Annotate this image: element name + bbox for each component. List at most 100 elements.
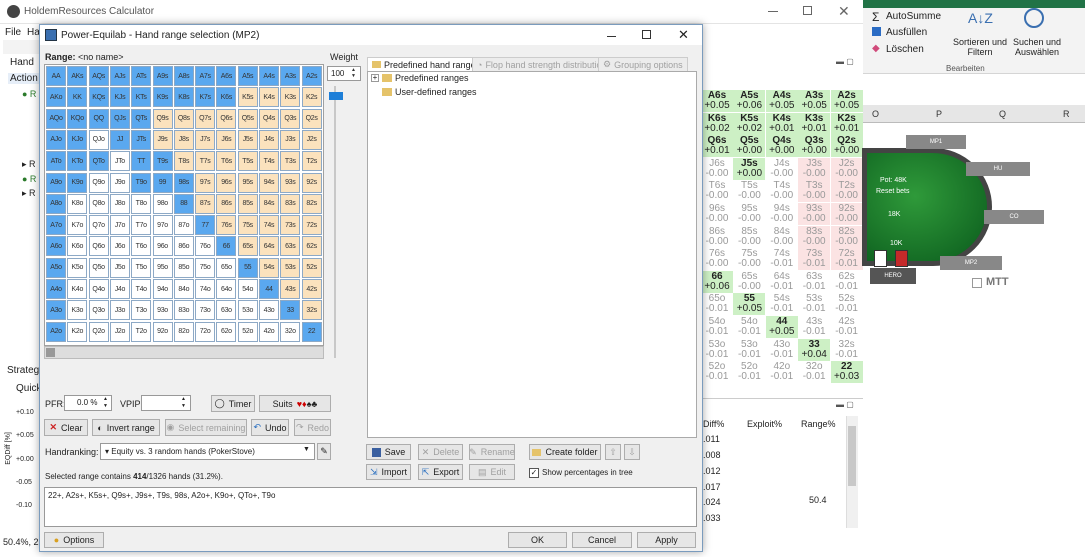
ev-cell[interactable]: 52o -0.01 bbox=[733, 361, 766, 384]
hand-cell[interactable]: 43o bbox=[259, 300, 279, 321]
rename-button[interactable]: ✎ Rename bbox=[469, 444, 515, 460]
ev-cell[interactable]: A4s +0.05 bbox=[765, 90, 798, 112]
hand-cell[interactable]: AKo bbox=[46, 87, 66, 108]
ev-cell[interactable]: 84s -0.00 bbox=[765, 225, 798, 248]
ev-cell[interactable]: 53s -0.01 bbox=[798, 293, 831, 316]
hand-cell[interactable]: TT bbox=[131, 151, 152, 172]
hand-cell[interactable]: T6o bbox=[131, 236, 152, 257]
hand-cell[interactable]: 72o bbox=[195, 321, 216, 342]
hand-cell[interactable]: Q6o bbox=[88, 236, 109, 257]
sort-icon[interactable]: A↓Z bbox=[968, 10, 993, 26]
autosum-label[interactable]: AutoSumme bbox=[886, 11, 941, 22]
hand-cell[interactable]: Q8s bbox=[173, 108, 194, 129]
hand-cell[interactable]: 95o bbox=[152, 257, 173, 278]
hand-cell[interactable]: 64o bbox=[216, 279, 237, 299]
ev-cell[interactable]: J6s -0.00 bbox=[701, 157, 733, 180]
hand-cell[interactable]: 43s bbox=[280, 279, 301, 299]
hand-cell[interactable]: 74s bbox=[259, 215, 279, 236]
hand-cell[interactable]: J6s bbox=[216, 129, 237, 150]
find-label[interactable]: Suchen und Auswählen bbox=[1008, 37, 1066, 57]
hand-cell[interactable]: 98o bbox=[152, 193, 173, 214]
hand-cell[interactable]: Q9s bbox=[152, 108, 173, 129]
hand-cell[interactable]: T2s bbox=[301, 151, 322, 172]
invert-range-button[interactable]: ◐ Invert range bbox=[92, 419, 160, 436]
hand-cell[interactable]: 84o bbox=[173, 279, 194, 299]
hand-cell[interactable]: 82o bbox=[173, 321, 194, 342]
seat-co[interactable]: CO bbox=[984, 210, 1044, 224]
export-button[interactable]: ⇱ Export bbox=[418, 464, 463, 480]
hand-cell[interactable]: T2o bbox=[131, 321, 152, 342]
weight-slider-handle[interactable] bbox=[329, 92, 343, 100]
excel-col-o[interactable]: O bbox=[872, 109, 879, 119]
move-down-button[interactable]: ⇩ bbox=[624, 444, 640, 460]
dialog-minimize-icon[interactable] bbox=[607, 36, 616, 37]
hand-cell[interactable]: 83o bbox=[173, 300, 194, 321]
hand-cell[interactable]: 97o bbox=[152, 215, 173, 236]
find-icon[interactable] bbox=[1024, 8, 1044, 28]
ev-cell[interactable]: K6s +0.02 bbox=[701, 112, 733, 135]
hand-cell[interactable]: Q2o bbox=[88, 321, 109, 342]
seat-hero[interactable]: HERO bbox=[870, 268, 916, 284]
save-button[interactable]: Save bbox=[366, 444, 411, 460]
ev-cell[interactable]: 55 +0.05 bbox=[733, 293, 766, 316]
hand-cell[interactable]: T4o bbox=[131, 279, 152, 299]
bg-maximize-icon[interactable] bbox=[803, 6, 812, 15]
stats-pin-icon[interactable]: ▬ ▢ bbox=[836, 400, 854, 409]
hand-cell[interactable]: JTo bbox=[109, 151, 130, 172]
hand-cell[interactable]: 64s bbox=[259, 236, 279, 257]
ev-cell[interactable]: 43o -0.01 bbox=[765, 338, 798, 361]
hand-cell[interactable]: 32s bbox=[301, 300, 322, 321]
import-button[interactable]: ⇲ Import bbox=[366, 464, 411, 480]
hand-cell[interactable]: 44 bbox=[259, 279, 279, 299]
hand-cell[interactable]: 76s bbox=[216, 215, 237, 236]
hand-cell[interactable]: AKs bbox=[67, 66, 88, 86]
hand-cell[interactable]: Q4s bbox=[259, 108, 279, 129]
fill-label[interactable]: Ausfüllen bbox=[886, 27, 927, 38]
ev-cell[interactable]: 42s -0.01 bbox=[830, 316, 863, 338]
hand-cell[interactable]: T8s bbox=[173, 151, 194, 172]
ev-cell[interactable]: 52o -0.01 bbox=[701, 361, 733, 384]
hand-cell[interactable]: A7s bbox=[195, 66, 216, 86]
hand-cell[interactable]: 75s bbox=[237, 215, 258, 236]
hand-cell[interactable]: Q5o bbox=[88, 257, 109, 278]
clear-button[interactable]: ✕ Clear bbox=[44, 419, 88, 436]
ev-cell[interactable]: A3s +0.05 bbox=[798, 90, 831, 112]
fill-icon[interactable] bbox=[872, 27, 881, 36]
ev-cell[interactable]: Q3s +0.00 bbox=[798, 135, 831, 158]
hand-cell[interactable]: A3o bbox=[46, 300, 66, 321]
stats-scroll-thumb[interactable] bbox=[848, 426, 856, 486]
hand-cell[interactable]: J9s bbox=[152, 129, 173, 150]
hand-cell[interactable]: 76o bbox=[195, 236, 216, 257]
ev-cell[interactable]: 54o -0.01 bbox=[701, 316, 733, 338]
hand-cell[interactable]: K6o bbox=[67, 236, 88, 257]
edit-button[interactable]: ▤ Edit bbox=[469, 464, 515, 480]
bg-close-icon[interactable]: ✕ bbox=[838, 3, 850, 20]
hand-cell[interactable]: J9o bbox=[109, 172, 130, 193]
hand-cell[interactable]: A4s bbox=[259, 66, 279, 86]
hand-cell[interactable]: T3s bbox=[280, 151, 301, 172]
hand-cell[interactable]: K5o bbox=[67, 257, 88, 278]
hand-cell[interactable]: 83s bbox=[280, 193, 301, 214]
handranking-chevron-icon[interactable]: ▼ bbox=[303, 446, 310, 453]
ev-cell[interactable]: T3s -0.00 bbox=[798, 180, 831, 203]
hand-cell[interactable]: T3o bbox=[131, 300, 152, 321]
ev-cell[interactable]: 72s -0.01 bbox=[830, 248, 863, 271]
bg-tab-hand[interactable]: Hand bbox=[10, 57, 34, 68]
clear-icon[interactable]: ◆ bbox=[872, 43, 880, 54]
hand-cell[interactable]: 62s bbox=[301, 236, 322, 257]
hand-cell[interactable]: A5o bbox=[46, 257, 66, 278]
hand-cell[interactable]: A6o bbox=[46, 236, 66, 257]
hand-cell[interactable]: 54s bbox=[259, 257, 279, 278]
hand-cell[interactable]: K7o bbox=[67, 215, 88, 236]
hand-cell[interactable]: A8s bbox=[173, 66, 194, 86]
hand-cell[interactable]: A6s bbox=[216, 66, 237, 86]
ev-cell[interactable]: 53o -0.01 bbox=[733, 338, 766, 361]
hand-cell[interactable]: AQs bbox=[88, 66, 109, 86]
hand-cell[interactable]: K8s bbox=[173, 87, 194, 108]
hand-cell[interactable]: 73s bbox=[280, 215, 301, 236]
bg-tab-action[interactable]: Action bbox=[8, 73, 40, 84]
hand-cell[interactable]: 22 bbox=[301, 321, 322, 342]
ev-cell[interactable]: 85s -0.00 bbox=[733, 225, 766, 248]
hand-cell[interactable]: K3s bbox=[280, 87, 301, 108]
hand-cell[interactable]: T9s bbox=[152, 151, 173, 172]
